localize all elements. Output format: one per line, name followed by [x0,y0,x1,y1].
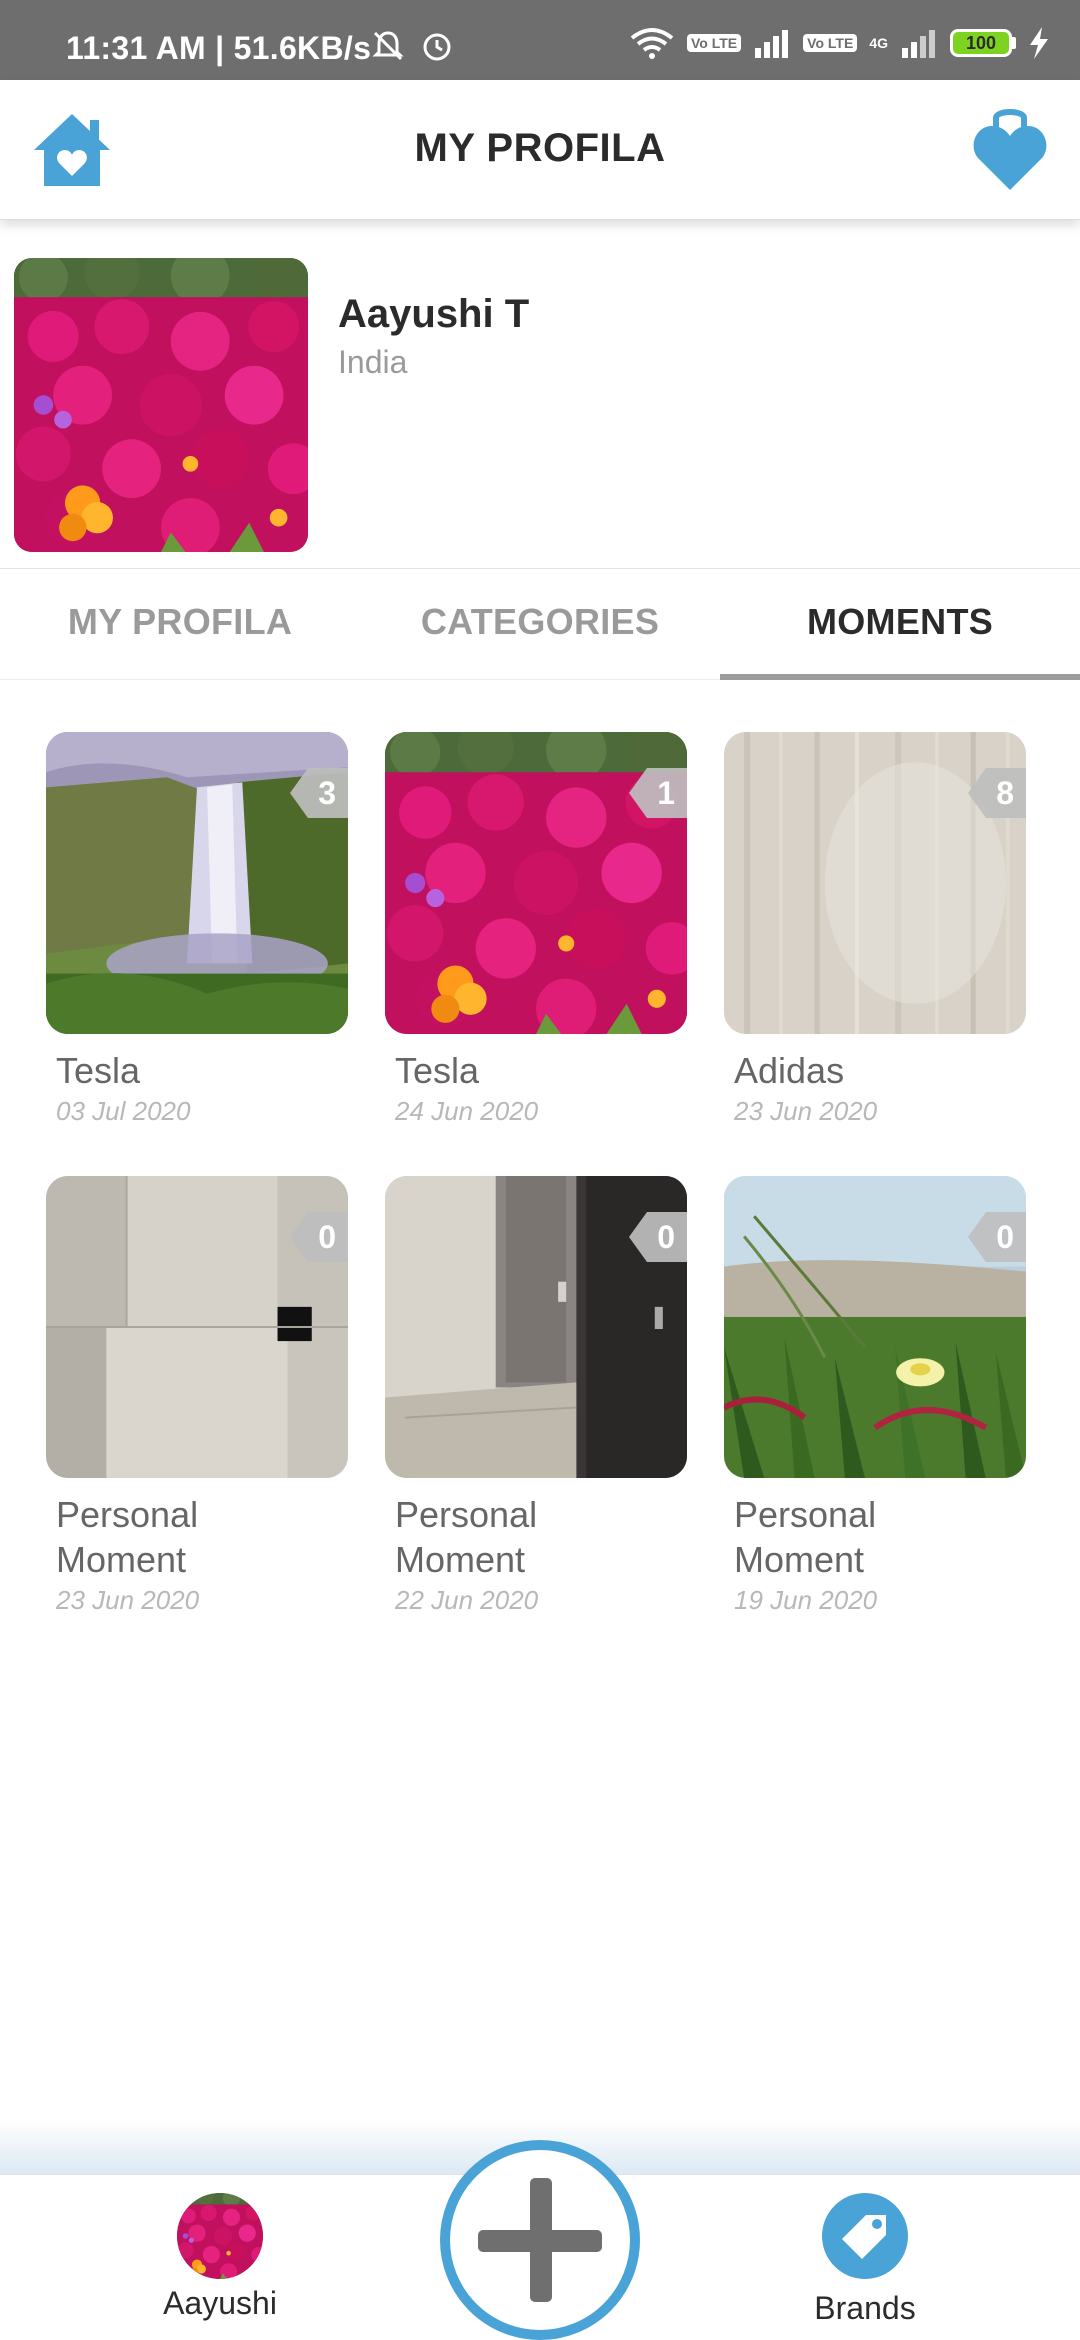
status-time: 11:31 AM | 51.6KB/s [66,30,372,66]
profile-header: Aayushi T India [0,232,1080,568]
wifi-icon [630,28,674,59]
moment-date: 23 Jun 2020 [734,1096,878,1126]
page-title: MY PROFILA [414,126,666,170]
moment-date: 03 Jul 2020 [56,1096,191,1126]
profile-country: India [338,344,408,380]
status-left-icons [370,28,454,64]
tab-categories[interactable]: CATEGORIES [360,569,720,679]
moment-thumbnail: 0 [724,1176,1026,1478]
profile-avatar[interactable] [14,258,308,552]
battery-indicator: 100 [950,29,1016,57]
status-right-icons: Vo LTE Vo LTE 4G 100 [629,26,1050,60]
signal-icon [755,30,789,58]
moment-title: Adidas [734,1050,845,1091]
network-4g-label: 4G [869,35,888,51]
moment-title: Tesla [395,1050,480,1091]
moment-thumbnail: 3 [46,732,348,1034]
tab-moments[interactable]: MOMENTS [720,569,1080,680]
charging-bolt-icon [1030,27,1048,59]
moment-date: 24 Jun 2020 [395,1096,539,1126]
moment-card[interactable]: 8 Adidas 23 Jun 2020 [724,732,1026,1129]
moment-card[interactable]: 0 Personal Moment 19 Jun 2020 [724,1176,1026,1618]
moment-title: Personal Moment [734,1494,877,1580]
tab-my-profila[interactable]: MY PROFILA [0,569,360,679]
moment-date: 19 Jun 2020 [734,1585,878,1615]
app-bar: MY PROFILA [0,80,1080,220]
moment-thumbnail: 8 [724,732,1026,1034]
moment-thumbnail: 0 [46,1176,348,1478]
volte-badge-2: Vo LTE [803,34,858,52]
moment-card[interactable]: 1 Tesla 24 Jun 2020 [385,732,687,1129]
moment-card[interactable]: 0 Personal Moment 23 Jun 2020 [46,1176,348,1618]
nav-avatar [177,2193,263,2279]
profile-name: Aayushi T [338,292,530,336]
volte-badge-1: Vo LTE [687,34,742,52]
heart-bag-icon[interactable] [970,104,1050,194]
battery-level: 100 [950,29,1012,57]
nav-profile-label: Aayushi [163,2285,277,2321]
moment-title: Tesla [56,1050,141,1091]
moment-title: Personal Moment [395,1494,538,1580]
moment-date: 22 Jun 2020 [395,1585,539,1615]
status-bar: 11:31 AM | 51.6KB/s Vo LTE Vo LTE 4G 100 [0,0,1080,80]
plus-icon [478,2178,602,2302]
moment-card[interactable]: 0 Personal Moment 22 Jun 2020 [385,1176,687,1618]
moment-thumbnail: 0 [385,1176,687,1478]
moment-card[interactable]: 3 Tesla 03 Jul 2020 [46,732,348,1129]
add-moment-button[interactable] [440,2140,640,2340]
alarm-icon [423,33,451,61]
silent-bell-icon [372,31,404,61]
nav-profile[interactable]: Aayushi [150,2193,290,2322]
moment-thumbnail: 1 [385,732,687,1034]
signal-icon-2 [902,30,935,58]
tag-icon [822,2193,908,2279]
moment-date: 23 Jun 2020 [56,1585,200,1615]
profile-tabs: MY PROFILA CATEGORIES MOMENTS [0,568,1080,680]
nav-brands[interactable]: Brands [800,2193,930,2327]
moment-title: Personal Moment [56,1494,199,1580]
nav-brands-label: Brands [814,2290,916,2326]
